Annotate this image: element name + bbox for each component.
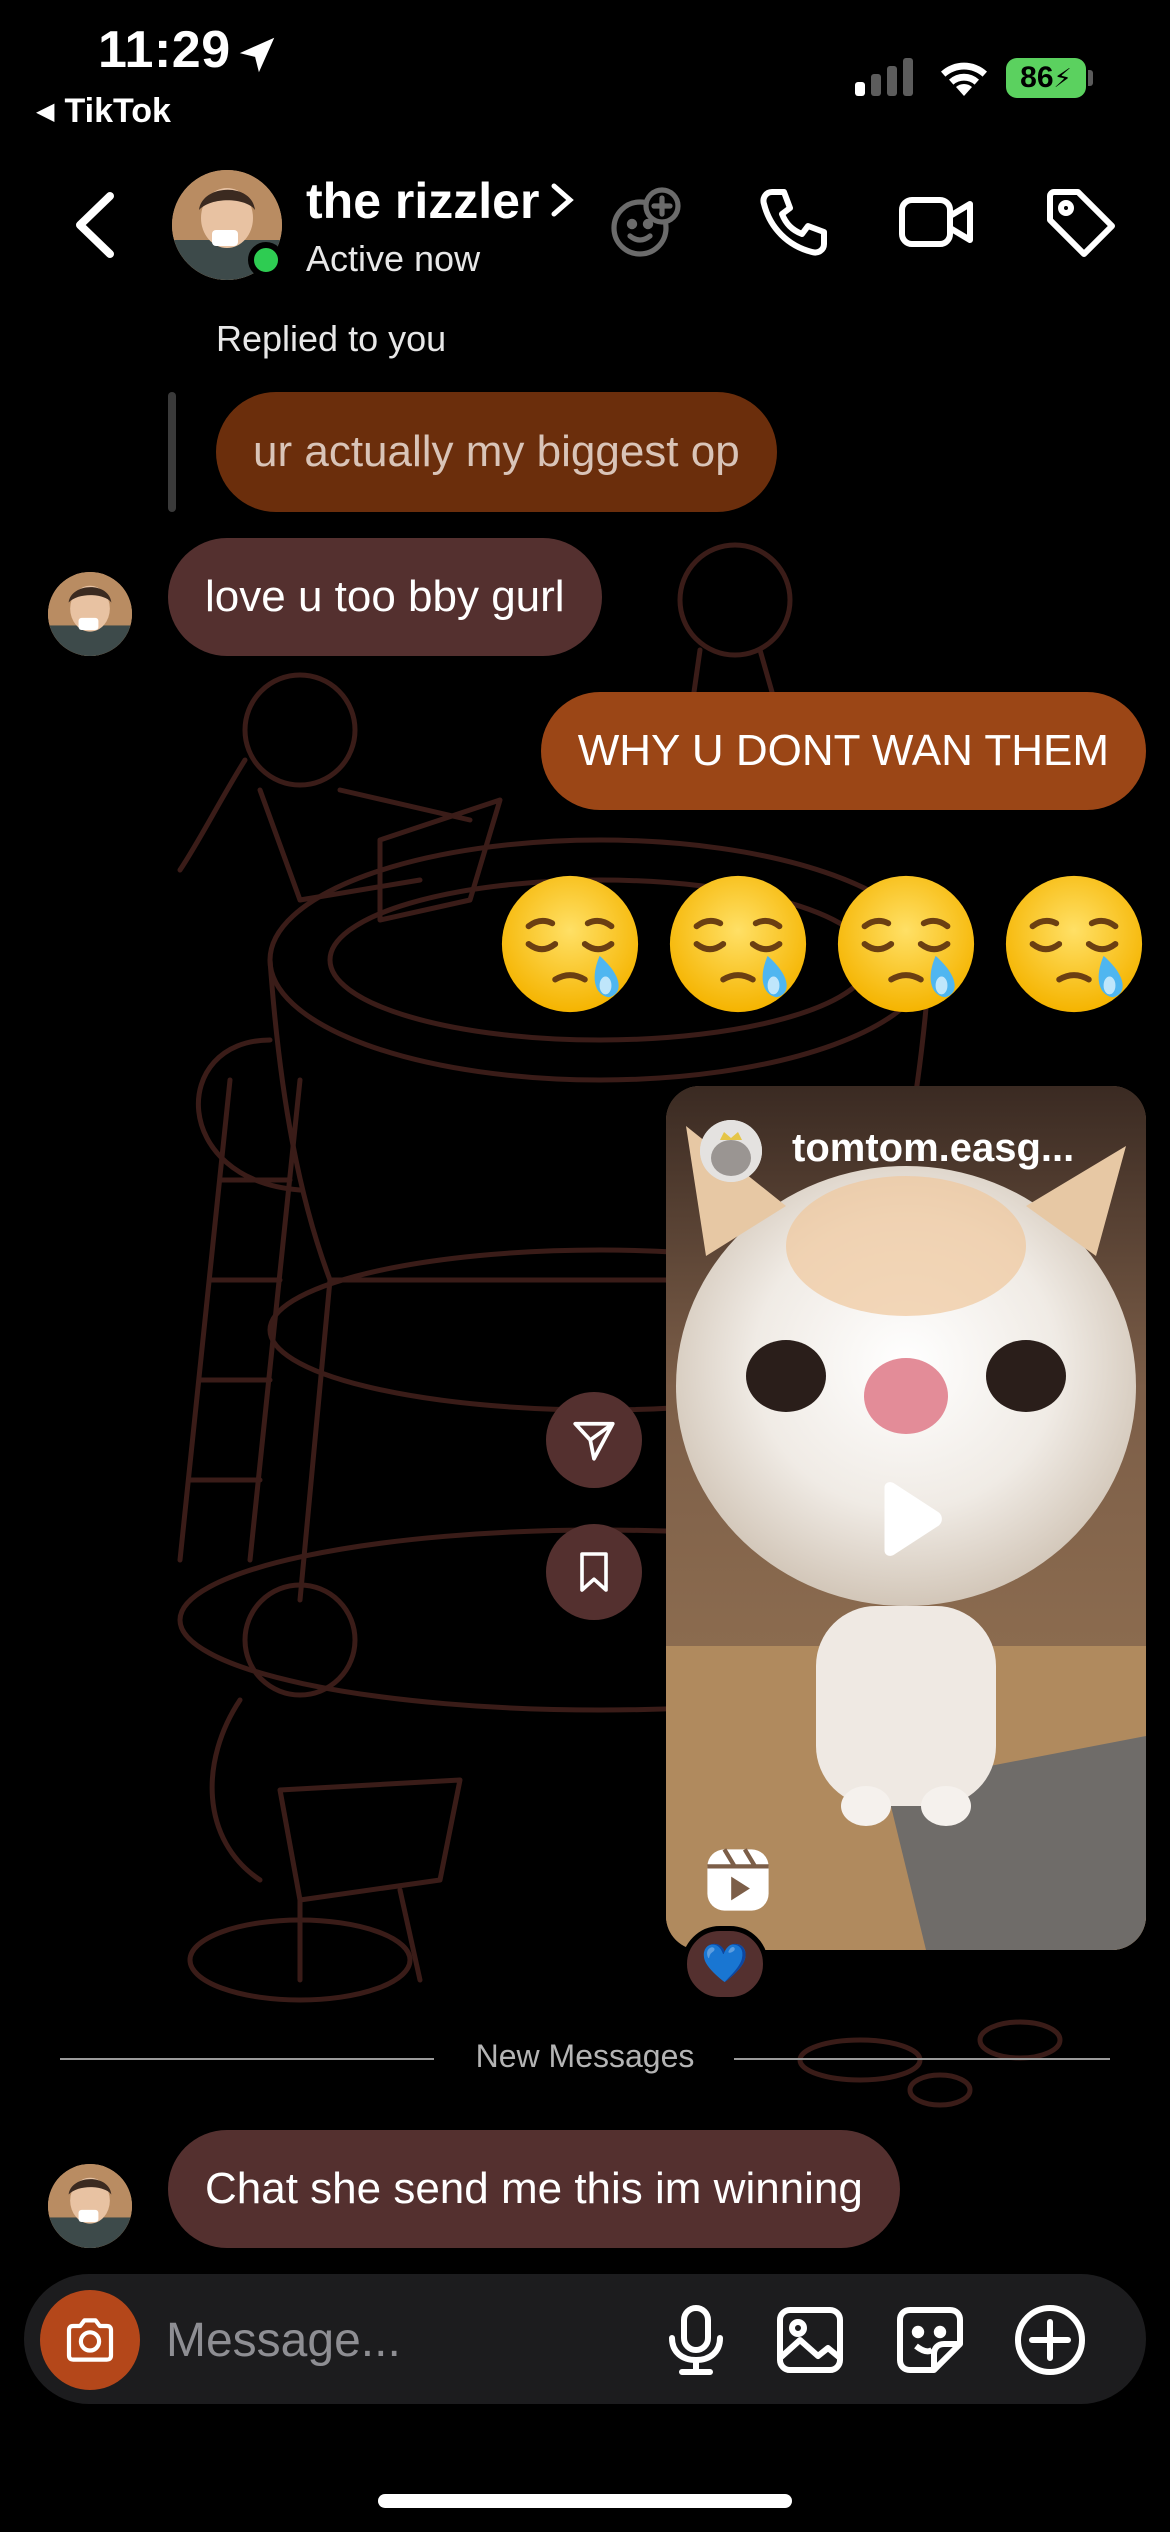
save-button[interactable] (546, 1524, 642, 1620)
phone-icon[interactable] (754, 182, 834, 262)
emoji-message[interactable] (496, 870, 1148, 1018)
reels-icon (707, 1848, 769, 1911)
home-indicator[interactable] (378, 2494, 792, 2508)
sender-avatar[interactable] (48, 572, 132, 656)
reaction-emoji: 💙 (701, 1943, 749, 1985)
back-triangle-icon: ◀ (36, 98, 55, 125)
message-bubble-received[interactable]: love u too bby gurl (168, 538, 602, 656)
sleepy-face-emoji (837, 875, 975, 1013)
sleepy-face-emoji (669, 875, 807, 1013)
sticker-icon[interactable] (890, 2300, 970, 2380)
video-icon[interactable] (896, 182, 976, 262)
status-time: 11:29 (98, 21, 231, 79)
message-input[interactable] (166, 2300, 626, 2380)
back-to-app-link[interactable]: ◀ TikTok (36, 92, 171, 131)
reply-quote-bubble[interactable]: ur actually my biggest op (216, 392, 777, 512)
sleepy-face-emoji (1005, 875, 1143, 1013)
new-messages-label: New Messages (475, 2038, 695, 2074)
bookmark-icon (580, 1552, 608, 1592)
battery-icon: 86 ⚡ (1006, 58, 1086, 98)
chevron-right-icon[interactable] (548, 180, 576, 220)
battery-tip (1088, 70, 1093, 86)
divider-line-right (734, 2058, 1110, 2060)
location-arrow-icon (239, 37, 275, 73)
replied-label: Replied to you (216, 318, 447, 359)
tag-icon[interactable] (1040, 182, 1120, 262)
new-messages-divider: New Messages (0, 2038, 1170, 2075)
mic-icon[interactable] (656, 2300, 736, 2380)
message-bubble-sent[interactable]: WHY U DONT WAN THEM (540, 692, 1146, 810)
plus-circle-icon[interactable] (1010, 2300, 1090, 2380)
gallery-icon[interactable] (770, 2300, 850, 2380)
camera-button[interactable] (40, 2290, 140, 2390)
play-icon[interactable] (862, 1474, 952, 1564)
reply-bar (168, 392, 176, 512)
wifi-icon (941, 62, 987, 96)
online-indicator (248, 242, 284, 278)
reel-author-name[interactable]: tomtom.easg... (792, 1126, 1074, 1171)
sleepy-face-emoji (501, 875, 639, 1013)
battery-level: 86 (1020, 61, 1054, 94)
signal-icon (855, 58, 913, 96)
share-button[interactable] (546, 1392, 642, 1488)
reel-author-avatar[interactable] (700, 1120, 762, 1182)
contact-status: Active now (306, 238, 481, 279)
add-people-icon[interactable] (606, 182, 686, 262)
sender-avatar[interactable] (48, 2164, 132, 2248)
share-icon (573, 1421, 615, 1461)
reaction-badge[interactable]: 💙 (682, 1926, 768, 2002)
back-chevron-icon[interactable] (70, 190, 120, 260)
camera-icon (66, 2318, 114, 2362)
contact-name[interactable]: the rizzler (306, 172, 539, 230)
message-bubble-received[interactable]: Chat she send me this im winning (168, 2130, 900, 2248)
back-app-label: TikTok (64, 92, 171, 130)
